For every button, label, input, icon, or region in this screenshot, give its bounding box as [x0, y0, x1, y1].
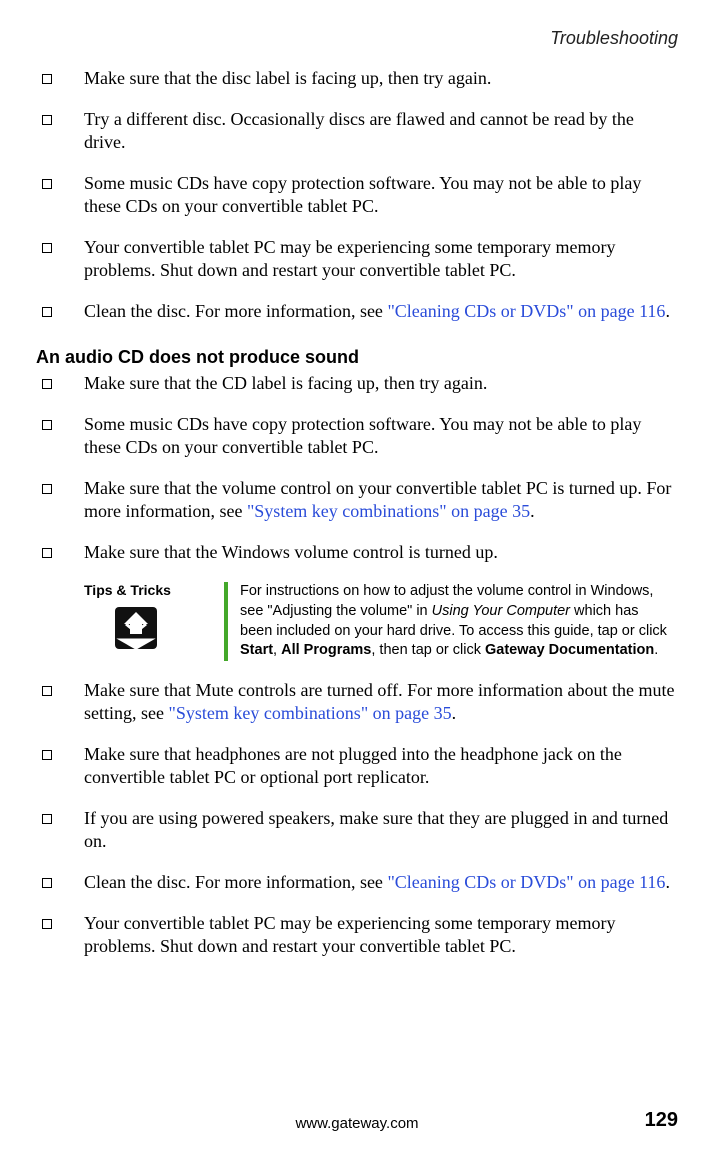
list-item: Make sure that the volume control on you… — [36, 477, 678, 523]
list-item: If you are using powered speakers, make … — [36, 807, 678, 853]
body-text: Make sure that the disc label is facing … — [84, 68, 491, 88]
body-text: Make sure that the CD label is facing up… — [84, 373, 487, 393]
tip-text: , — [273, 642, 281, 658]
body-text: . — [665, 301, 670, 321]
tip-bold: Gateway Documentation — [485, 642, 654, 658]
running-header: Troubleshooting — [36, 28, 678, 49]
body-text: . — [530, 501, 535, 521]
body-text: Make sure that headphones are not plugge… — [84, 744, 622, 787]
cross-ref-link[interactable]: "System key combinations" on page 35 — [168, 703, 451, 723]
body-text: Some music CDs have copy protection soft… — [84, 414, 641, 457]
bullet-list-mid: Make sure that the CD label is facing up… — [36, 372, 678, 564]
tips-tricks-box: Tips & Tricks For instructions on how to… — [84, 582, 678, 660]
list-item: Try a different disc. Occasionally discs… — [36, 108, 678, 154]
arrow-down-icon — [112, 604, 160, 652]
tip-bold: Start — [240, 642, 273, 658]
body-text: Some music CDs have copy protection soft… — [84, 173, 641, 216]
list-item: Your convertible tablet PC may be experi… — [36, 912, 678, 958]
list-item: Some music CDs have copy protection soft… — [36, 413, 678, 459]
body-text: Make sure that the Windows volume contro… — [84, 542, 498, 562]
page-footer: www.gateway.com 129 — [36, 1115, 678, 1132]
list-item: Make sure that the disc label is facing … — [36, 67, 678, 90]
list-item: Make sure that the Windows volume contro… — [36, 541, 678, 564]
tip-label: Tips & Tricks — [84, 582, 214, 598]
footer-url: www.gateway.com — [36, 1115, 678, 1132]
tip-body: For instructions on how to adjust the vo… — [240, 582, 678, 660]
list-item: Clean the disc. For more information, se… — [36, 300, 678, 323]
list-item: Make sure that the CD label is facing up… — [36, 372, 678, 395]
body-text: Try a different disc. Occasionally discs… — [84, 109, 634, 152]
page: Troubleshooting Make sure that the disc … — [0, 0, 706, 1162]
body-text: Your convertible tablet PC may be experi… — [84, 237, 616, 280]
tip-divider — [224, 582, 228, 660]
section-heading: An audio CD does not produce sound — [36, 347, 678, 368]
body-text: Your convertible tablet PC may be experi… — [84, 913, 616, 956]
bullet-list-top: Make sure that the disc label is facing … — [36, 67, 678, 323]
list-item: Make sure that headphones are not plugge… — [36, 743, 678, 789]
cross-ref-link[interactable]: "Cleaning CDs or DVDs" on page 116 — [387, 872, 665, 892]
tip-left-column: Tips & Tricks — [84, 582, 224, 660]
list-item: Make sure that Mute controls are turned … — [36, 679, 678, 725]
list-item: Some music CDs have copy protection soft… — [36, 172, 678, 218]
cross-ref-link[interactable]: "System key combinations" on page 35 — [247, 501, 530, 521]
list-item: Your convertible tablet PC may be experi… — [36, 236, 678, 282]
body-text: Clean the disc. For more information, se… — [84, 301, 387, 321]
tip-bold: All Programs — [281, 642, 371, 658]
body-text: If you are using powered speakers, make … — [84, 808, 668, 851]
tip-emphasis: Using Your Computer — [432, 603, 570, 619]
body-text: . — [665, 872, 670, 892]
page-number: 129 — [645, 1109, 678, 1132]
list-item: Clean the disc. For more information, se… — [36, 871, 678, 894]
tip-text: . — [654, 642, 658, 658]
body-text: Clean the disc. For more information, se… — [84, 872, 387, 892]
bullet-list-bottom: Make sure that Mute controls are turned … — [36, 679, 678, 958]
cross-ref-link[interactable]: "Cleaning CDs or DVDs" on page 116 — [387, 301, 665, 321]
tip-text: , then tap or click — [371, 642, 485, 658]
body-text: . — [452, 703, 457, 723]
